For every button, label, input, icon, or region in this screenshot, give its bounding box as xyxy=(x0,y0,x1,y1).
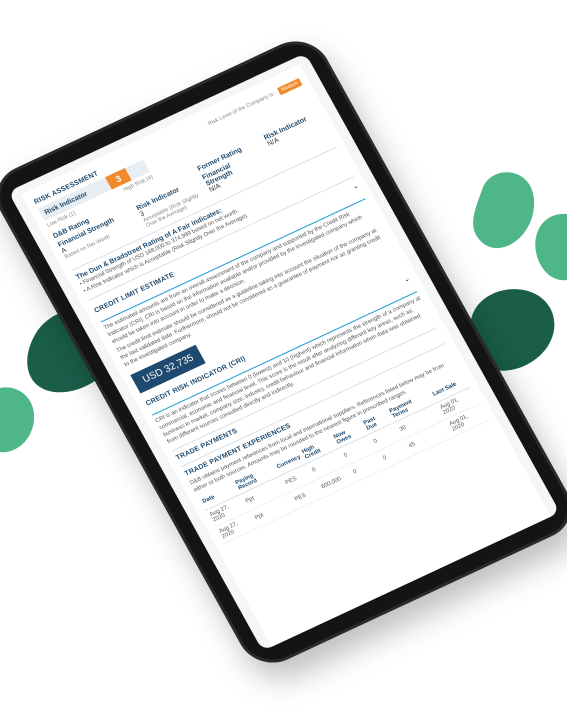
tablet-screen: RISK ASSESSMENT Risk Indicator 3 Low Ris… xyxy=(8,52,560,652)
risk-level-badge: Medium xyxy=(277,78,303,96)
tablet-device: RISK ASSESSMENT Risk Indicator 3 Low Ris… xyxy=(0,30,567,674)
report-page: RISK ASSESSMENT Risk Indicator 3 Low Ris… xyxy=(20,64,551,647)
chevron-down-icon[interactable]: ⌄ xyxy=(351,182,360,191)
chevron-down-icon[interactable]: ⌄ xyxy=(402,275,412,284)
risk-level-label: Risk Level of the Company is: xyxy=(207,91,277,128)
